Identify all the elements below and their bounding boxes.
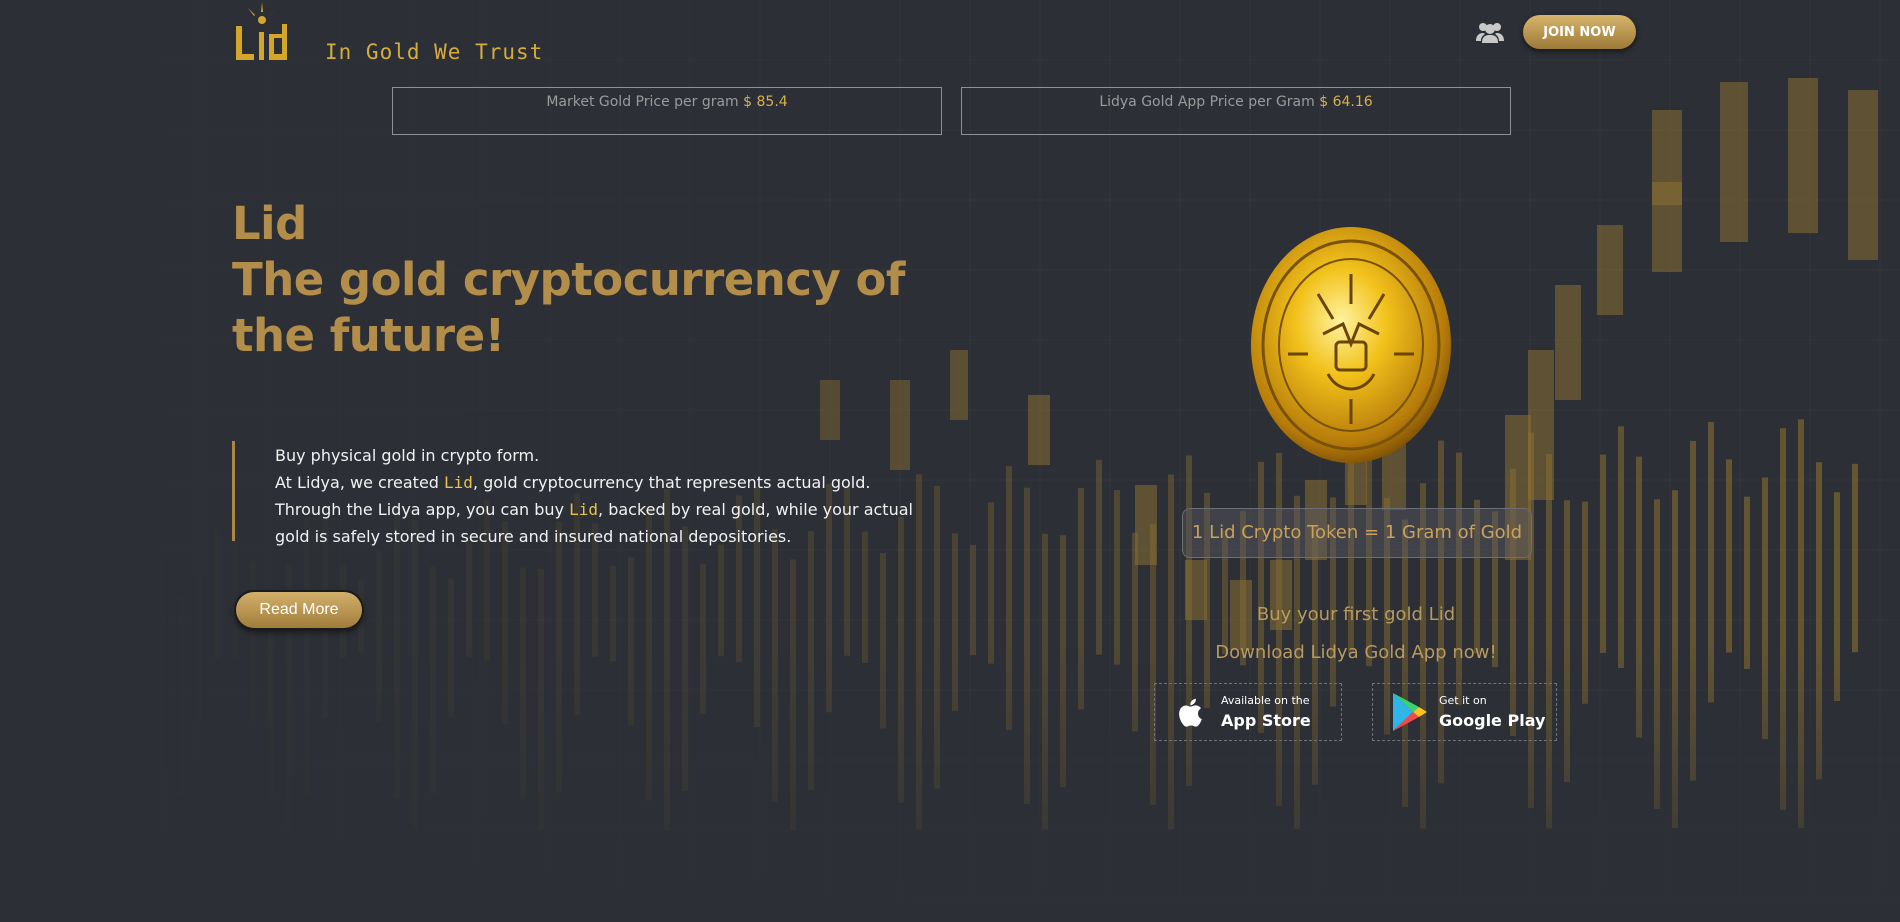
inline-lid-logo: Lid bbox=[444, 473, 473, 492]
market-price-box: Market Gold Price per gram $ 85.4 bbox=[392, 87, 942, 135]
google-play-icon bbox=[1393, 693, 1427, 731]
google-play-big-text: Google Play bbox=[1439, 711, 1546, 730]
inline-lid-logo: Lid bbox=[569, 500, 599, 519]
market-price-value: $ 85.4 bbox=[743, 94, 788, 110]
read-more-button[interactable]: Read More bbox=[236, 592, 362, 628]
app-price-box: Lidya Gold App Price per Gram $ 64.16 bbox=[961, 87, 1511, 135]
app-store-small-text: Available on the bbox=[1221, 694, 1310, 707]
download-app-text: Download Lidya Gold App now! bbox=[1215, 642, 1497, 663]
lid-logo[interactable] bbox=[232, 2, 294, 64]
hero-title: Lid The gold cryptocurrency of the futur… bbox=[232, 196, 906, 364]
hero-title-line2: The gold cryptocurrency of bbox=[232, 253, 906, 306]
apple-icon bbox=[1179, 698, 1202, 727]
description-text: , gold cryptocurrency that represents ac… bbox=[472, 473, 871, 492]
hero-title-line3: the future! bbox=[232, 309, 505, 362]
google-play-small-text: Get it on bbox=[1439, 694, 1487, 707]
description-text: At Lidya, we created bbox=[275, 473, 445, 492]
users-icon[interactable] bbox=[1475, 19, 1505, 45]
description-line1: Buy physical gold in crypto form. bbox=[275, 446, 540, 465]
hero-title-line1: Lid bbox=[232, 197, 307, 250]
market-price-label: Market Gold Price per gram bbox=[546, 94, 739, 110]
tagline: In Gold We Trust bbox=[325, 40, 544, 64]
token-equation-box: 1 Lid Crypto Token = 1 Gram of Gold bbox=[1182, 508, 1532, 558]
app-price-label: Lidya Gold App Price per Gram bbox=[1099, 94, 1315, 110]
join-now-button[interactable]: JOIN NOW bbox=[1523, 15, 1636, 49]
gold-coin-image bbox=[1251, 227, 1451, 463]
google-play-button[interactable]: Get it on Google Play bbox=[1372, 683, 1557, 741]
app-store-button[interactable]: Available on the App Store bbox=[1154, 683, 1342, 741]
buy-first-lid-text: Buy your first gold Lid bbox=[1256, 604, 1456, 625]
description-text: Through the Lidya app, you can buy bbox=[275, 500, 570, 519]
hero-description: Buy physical gold in crypto form. At Lid… bbox=[275, 442, 915, 550]
description-line2: At Lidya, we created Lid, gold cryptocur… bbox=[275, 469, 915, 496]
quote-bar bbox=[232, 441, 235, 541]
app-price-value: $ 64.16 bbox=[1319, 94, 1373, 110]
description-line3: Through the Lidya app, you can buy Lid, … bbox=[275, 496, 915, 550]
app-store-big-text: App Store bbox=[1221, 711, 1311, 730]
